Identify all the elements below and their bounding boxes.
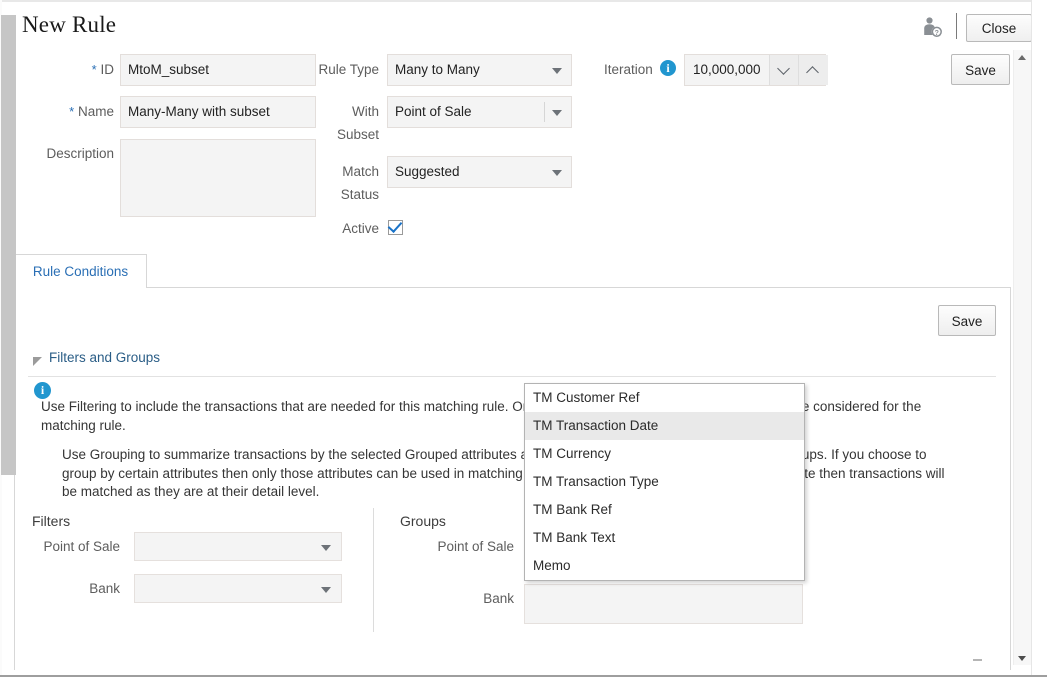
header-divider xyxy=(956,13,957,39)
filters-bank-label: Bank xyxy=(16,581,120,596)
person-help-icon[interactable]: ? xyxy=(922,16,944,40)
description-field[interactable] xyxy=(120,139,316,217)
filters-groups-column-divider xyxy=(373,508,374,632)
description-field-label: Description xyxy=(20,146,114,161)
attribute-dropdown-list[interactable]: TM Customer Ref TM Transaction Date TM C… xyxy=(524,383,805,581)
active-label: Active xyxy=(303,221,379,236)
chevron-down-icon xyxy=(552,170,562,176)
groups-column-title: Groups xyxy=(400,513,446,529)
dropdown-option[interactable]: Memo xyxy=(525,552,804,580)
section-divider xyxy=(28,376,996,377)
with-subset-label-line1: With xyxy=(303,104,379,119)
filters-column-title: Filters xyxy=(32,513,70,529)
groups-point-of-sale-label: Point of Sale xyxy=(410,539,514,554)
id-field-label: * ID xyxy=(52,62,114,77)
active-checkbox[interactable] xyxy=(388,220,403,235)
match-status-value: Suggested xyxy=(395,157,460,187)
horizontal-scroll-indicator xyxy=(973,659,982,661)
svg-text:?: ? xyxy=(935,30,939,37)
id-required-star: * xyxy=(92,62,97,77)
scroll-up-button[interactable] xyxy=(1014,50,1031,64)
dropdown-option[interactable]: TM Transaction Type xyxy=(525,468,804,496)
match-status-select[interactable]: Suggested xyxy=(387,156,572,188)
info-paragraph-filtering: Use Filtering to include the transaction… xyxy=(41,398,951,435)
rule-type-value: Many to Many xyxy=(395,55,480,85)
iteration-increment-button[interactable] xyxy=(798,55,828,85)
filters-bank-dropdown[interactable] xyxy=(134,574,342,603)
with-subset-value: Point of Sale xyxy=(395,97,472,127)
page-title: New Rule xyxy=(22,12,116,38)
new-rule-window: New Rule ? Close * ID MtoM_subset * Name… xyxy=(0,0,1047,677)
with-subset-separator xyxy=(544,102,545,122)
check-icon xyxy=(388,218,403,233)
groups-bank-dropdown[interactable] xyxy=(524,584,803,624)
filters-point-of-sale-dropdown[interactable] xyxy=(134,532,342,561)
filters-point-of-sale-label: Point of Sale xyxy=(16,539,120,554)
groups-bank-label: Bank xyxy=(410,591,514,606)
iteration-value: 10,000,000 xyxy=(693,55,761,85)
chevron-up-icon xyxy=(806,66,819,79)
name-field[interactable]: Many-Many with subset xyxy=(120,96,316,128)
match-status-label-line2: Status xyxy=(303,187,379,202)
chevron-down-icon xyxy=(777,62,790,75)
filters-and-groups-title: Filters and Groups xyxy=(49,350,160,365)
with-subset-label-line2: Subset xyxy=(303,127,379,142)
dropdown-option-selected[interactable]: TM Transaction Date xyxy=(525,412,804,440)
vertical-scrollbar[interactable] xyxy=(1013,50,1031,665)
iteration-decrement-button[interactable] xyxy=(769,55,799,85)
with-subset-select[interactable]: Point of Sale xyxy=(387,96,572,128)
save-button-panel[interactable]: Save xyxy=(938,305,996,336)
info-paragraph-grouping: Use Grouping to summarize transactions b… xyxy=(62,446,952,502)
chevron-down-icon xyxy=(552,110,562,116)
chevron-down-icon xyxy=(552,68,562,74)
chevron-down-icon xyxy=(321,587,331,593)
name-required-star: * xyxy=(69,104,74,119)
rule-type-select[interactable]: Many to Many xyxy=(387,54,572,86)
iteration-label: Iteration xyxy=(604,62,653,77)
match-status-label-line1: Match xyxy=(303,164,379,179)
scroll-down-button[interactable] xyxy=(1014,651,1031,665)
dropdown-option[interactable]: TM Currency xyxy=(525,440,804,468)
tab-strip: Rule Conditions xyxy=(14,254,1011,288)
close-button[interactable]: Close xyxy=(966,14,1032,42)
iteration-stepper[interactable]: 10,000,000 xyxy=(684,54,826,86)
id-field[interactable]: MtoM_subset xyxy=(120,54,316,86)
save-button-top[interactable]: Save xyxy=(951,54,1010,85)
disclosure-triangle-icon xyxy=(33,357,42,366)
triangle-up-icon xyxy=(1018,55,1026,60)
info-icon: i xyxy=(34,382,51,399)
dropdown-option[interactable]: TM Customer Ref xyxy=(525,384,804,412)
chevron-down-icon xyxy=(321,545,331,551)
name-field-label: * Name xyxy=(40,104,114,119)
info-icon[interactable]: i xyxy=(660,60,676,76)
window-right-margin xyxy=(1031,0,1047,675)
vertical-scrollbar-thumb[interactable] xyxy=(1,15,16,475)
dropdown-option[interactable]: TM Bank Ref xyxy=(525,496,804,524)
triangle-down-icon xyxy=(1018,656,1026,661)
dropdown-option[interactable]: TM Bank Text xyxy=(525,524,804,552)
rule-type-label: Rule Type xyxy=(303,62,379,77)
tab-rule-conditions[interactable]: Rule Conditions xyxy=(14,254,147,288)
window-top-edge xyxy=(0,0,1047,2)
